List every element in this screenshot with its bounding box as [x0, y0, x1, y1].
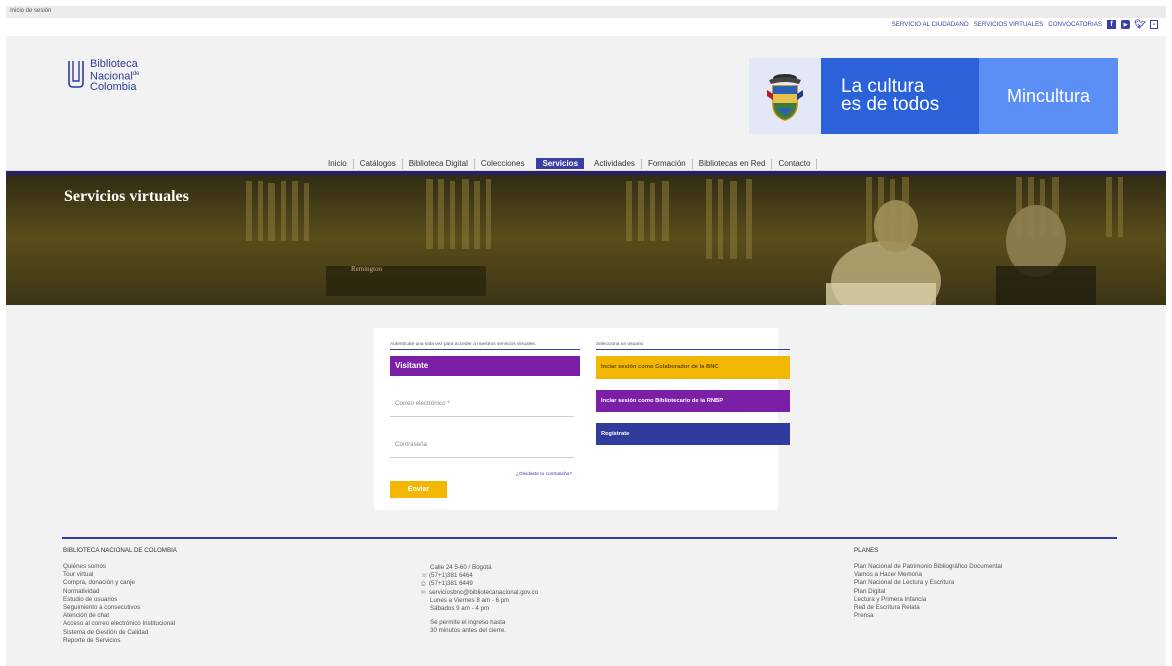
- collaborator-login-button[interactable]: Inciar sesión como Colaborador de la BNC: [596, 356, 790, 379]
- nav-item-inicio[interactable]: Inicio: [322, 158, 354, 169]
- footer-link[interactable]: Quiénes somos: [63, 563, 175, 571]
- fax-icon: ⎙: [421, 581, 426, 588]
- footer-link[interactable]: Seguimiento a consecutivos: [63, 604, 175, 612]
- footer-link[interactable]: Sistema de Gestión de Calidad: [63, 629, 175, 637]
- logo-line-1: Biblioteca: [90, 58, 138, 70]
- nav-item-biblioteca-digital[interactable]: Biblioteca Digital: [403, 158, 475, 169]
- top-link-servicio-ciudadano[interactable]: SERVICIO AL CIUDADANO: [892, 21, 969, 28]
- cultura-line-2: es de todos: [841, 94, 940, 115]
- login-hint: Autentícate una sola vez para acceder a …: [390, 342, 580, 350]
- footer-note-1: Se permite el ingreso hasta: [430, 619, 506, 627]
- footer-note-2: 30 minutos antes del cierre.: [430, 627, 507, 635]
- plan-link[interactable]: Lectura y Primera Infancia: [854, 596, 1002, 604]
- user-select-hint: Selecciona un usuario: [596, 342, 790, 350]
- remington-sign: Remington: [351, 265, 383, 273]
- nav-item-servicios[interactable]: Servicios: [536, 158, 585, 169]
- main-nav: Inicio Catálogos Biblioteca Digital Cole…: [322, 157, 818, 170]
- submit-button[interactable]: Enviar: [390, 481, 447, 498]
- cultura-text: La cultura es de todos: [841, 77, 940, 115]
- mincultura-label: Mincultura: [979, 58, 1118, 134]
- bnc-logo[interactable]: Biblioteca Nacionalde Colombia: [66, 59, 140, 92]
- footer-org-title: BIBLIOTECA NACIONAL DE COLOMBIA: [63, 547, 177, 554]
- footer-link[interactable]: Reporte de Servicios: [63, 637, 175, 645]
- hero-banner: Remington Servicios virtuales: [6, 171, 1166, 305]
- logo-de: de: [132, 71, 140, 77]
- logo-text: Biblioteca Nacionalde Colombia: [90, 58, 140, 93]
- email-field[interactable]: Correo electrónico *: [390, 376, 574, 417]
- user-type-select: Selecciona un usuario Inciar sesión como…: [596, 342, 790, 445]
- top-links: SERVICIO AL CIUDADANO SERVICIOS VIRTUALE…: [892, 19, 1158, 29]
- nav-item-actividades[interactable]: Actividades: [588, 158, 642, 169]
- footer-hours-weekday: Lunes a Viernes 8 am - 6 pm: [430, 596, 510, 604]
- password-field[interactable]: Contraseña: [390, 417, 574, 458]
- tab-bar: Inicio de sesión: [6, 6, 1166, 18]
- footer-hours-saturday: Sábados 9 am - 4 pm: [430, 605, 490, 613]
- twitter-icon[interactable]: 🐦︎: [1134, 19, 1145, 29]
- youtube-icon[interactable]: ▶: [1121, 20, 1130, 29]
- nav-item-formacion[interactable]: Formación: [642, 158, 693, 169]
- footer-divider: [62, 537, 1117, 539]
- footer-phone: ☏(57+1)381 6464: [421, 572, 538, 580]
- password-placeholder: Contraseña: [395, 441, 427, 448]
- plan-link[interactable]: Plan Nacional de Lectura y Escritura: [854, 579, 1002, 587]
- nav-item-colecciones[interactable]: Colecciones: [475, 159, 531, 169]
- plan-link[interactable]: Plan Digital: [854, 588, 1002, 596]
- flickr-icon[interactable]: •: [1150, 20, 1158, 29]
- footer-contact: Calle 24 5-60 / Bogotá ☏(57+1)381 6464 ⎙…: [421, 564, 538, 636]
- footer-link[interactable]: Tour virtual: [63, 571, 175, 579]
- footer-email: ✉ serviciosbnc@bibliotecanacional.gov.co: [421, 589, 538, 597]
- top-link-convocatorias[interactable]: CONVOCATORIAS: [1048, 21, 1102, 28]
- visitor-tab[interactable]: Visitante: [390, 356, 580, 376]
- plan-link[interactable]: Vamos a Hacer Memoria: [854, 571, 1002, 579]
- hero-title: Servicios virtuales: [64, 188, 189, 205]
- footer-link[interactable]: Normatividad: [63, 588, 175, 596]
- nav-item-contacto[interactable]: Contacto: [772, 158, 818, 169]
- footer-link[interactable]: Atención de chat: [63, 612, 175, 620]
- login-card: Autentícate una sola vez para acceder a …: [374, 328, 790, 510]
- coat-of-arms-icon: [767, 74, 803, 121]
- footer-link[interactable]: Acceso al correo electrónico Institucion…: [63, 620, 175, 628]
- nav-item-catalogos[interactable]: Catálogos: [354, 158, 403, 169]
- bnc-logo-mark-icon: [68, 61, 84, 88]
- footer-link[interactable]: Compra, donación y canje: [63, 579, 175, 587]
- email-icon: ✉: [421, 589, 426, 596]
- footer-plans-title: PLANES: [854, 547, 879, 554]
- facebook-icon[interactable]: f: [1107, 20, 1116, 29]
- tab-title[interactable]: Inicio de sesión: [10, 8, 51, 14]
- plan-link[interactable]: Plan Nacional de Patrimonio Bibliográfic…: [854, 563, 1002, 571]
- browser-page: Inicio de sesión SERVICIO AL CIUDADANO S…: [6, 6, 1166, 666]
- login-form: Autentícate una sola vez para acceder a …: [390, 342, 580, 498]
- la-cultura-panel: La cultura es de todos: [821, 58, 979, 134]
- librarian-login-button[interactable]: Inciar sesión como Bibliotecario de la R…: [596, 390, 790, 412]
- footer-address: Calle 24 5-60 / Bogotá: [430, 564, 492, 571]
- email-placeholder: Correo electrónico *: [395, 400, 450, 407]
- footer-org-links: Quiénes somos Tour virtual Compra, donac…: [63, 563, 175, 645]
- register-button[interactable]: Regístrate: [596, 423, 790, 445]
- nav-item-bibliotecas-en-red[interactable]: Bibliotecas en Red: [693, 158, 773, 169]
- phone-text: (57+1)381 6464: [429, 572, 473, 580]
- logo-line-2: Nacionalde: [90, 69, 140, 82]
- logo-line-3: Colombia: [90, 80, 137, 93]
- fax-text: (57+1)381 6449: [429, 580, 473, 588]
- email-text[interactable]: serviciosbnc@bibliotecanacional.gov.co: [429, 589, 538, 596]
- forgot-password-link[interactable]: ¿Olvidaste tu contraseña?: [516, 472, 572, 477]
- footer-fax: ⎙ (57+1)381 6449: [421, 580, 538, 588]
- mincultura-banner[interactable]: La cultura es de todos Mincultura: [749, 58, 1118, 134]
- footer-plans: Plan Nacional de Patrimonio Bibliográfic…: [854, 563, 1002, 620]
- plan-link[interactable]: Red de Escritura Relata: [854, 604, 1002, 612]
- phone-icon: ☏: [421, 573, 428, 580]
- top-link-servicios-virtuales[interactable]: SERVICIOS VIRTUALES: [974, 21, 1044, 28]
- plan-link[interactable]: Prensa: [854, 612, 1002, 620]
- footer-link[interactable]: Estudio de usuarios: [63, 596, 175, 604]
- colombia-crest: [749, 58, 821, 134]
